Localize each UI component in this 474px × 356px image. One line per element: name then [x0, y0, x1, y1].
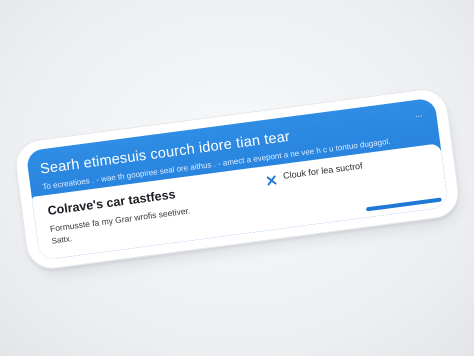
- close-action-label: Clouk for lea suctrof: [282, 160, 364, 181]
- close-action-button[interactable]: Clouk for lea suctrof: [266, 160, 364, 186]
- result-meta: Sattx.: [51, 234, 73, 246]
- close-icon[interactable]: [266, 172, 277, 186]
- more-menu-button[interactable]: ...: [414, 108, 423, 119]
